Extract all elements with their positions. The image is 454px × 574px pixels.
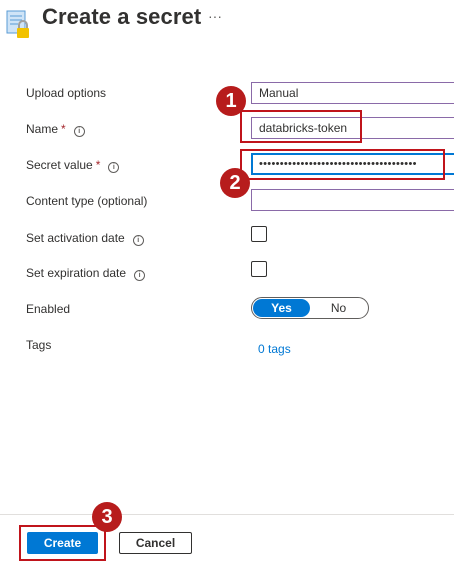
upload-options-label: Upload options bbox=[26, 86, 107, 100]
callout-box-name bbox=[240, 110, 362, 143]
cancel-button[interactable]: Cancel bbox=[119, 532, 192, 554]
key-vault-secret-icon bbox=[6, 10, 29, 38]
upload-options-select[interactable]: Manual bbox=[251, 82, 454, 104]
callout-box-secret-value bbox=[240, 149, 445, 180]
enabled-no-option[interactable]: No bbox=[310, 299, 367, 317]
expiration-date-label-text: Set expiration date bbox=[26, 266, 127, 280]
info-icon[interactable]: i bbox=[73, 126, 85, 137]
info-icon[interactable]: i bbox=[134, 270, 146, 281]
enabled-toggle[interactable]: Yes No bbox=[251, 297, 369, 319]
activation-date-label: Set activation date i bbox=[26, 231, 144, 246]
callout-box-create bbox=[19, 525, 106, 561]
page-title: Create a secret bbox=[42, 4, 202, 29]
more-options-icon[interactable]: ··· bbox=[208, 8, 222, 24]
callout-marker-1: 1 bbox=[216, 86, 246, 116]
name-label-text: Name bbox=[26, 122, 59, 136]
footer-divider bbox=[0, 514, 454, 515]
required-asterisk: * bbox=[95, 158, 101, 172]
activation-date-checkbox[interactable] bbox=[251, 226, 267, 242]
secret-value-label-text: Secret value bbox=[26, 158, 93, 172]
name-label: Name * i bbox=[26, 122, 85, 137]
tags-link[interactable]: 0 tags bbox=[258, 342, 291, 356]
callout-marker-3: 3 bbox=[92, 502, 122, 532]
info-icon[interactable]: i bbox=[132, 235, 144, 246]
enabled-label: Enabled bbox=[26, 302, 71, 316]
required-asterisk: * bbox=[61, 122, 66, 136]
enabled-yes-option[interactable]: Yes bbox=[253, 299, 310, 317]
content-type-input[interactable] bbox=[251, 189, 454, 211]
tags-label: Tags bbox=[26, 338, 52, 352]
info-icon[interactable]: i bbox=[108, 162, 120, 173]
secret-value-label: Secret value * i bbox=[26, 158, 120, 173]
expiration-date-checkbox[interactable] bbox=[251, 261, 267, 277]
expiration-date-label: Set expiration date i bbox=[26, 266, 146, 281]
content-type-label: Content type (optional) bbox=[26, 194, 148, 208]
callout-marker-2: 2 bbox=[220, 168, 250, 198]
activation-date-label-text: Set activation date bbox=[26, 231, 125, 245]
